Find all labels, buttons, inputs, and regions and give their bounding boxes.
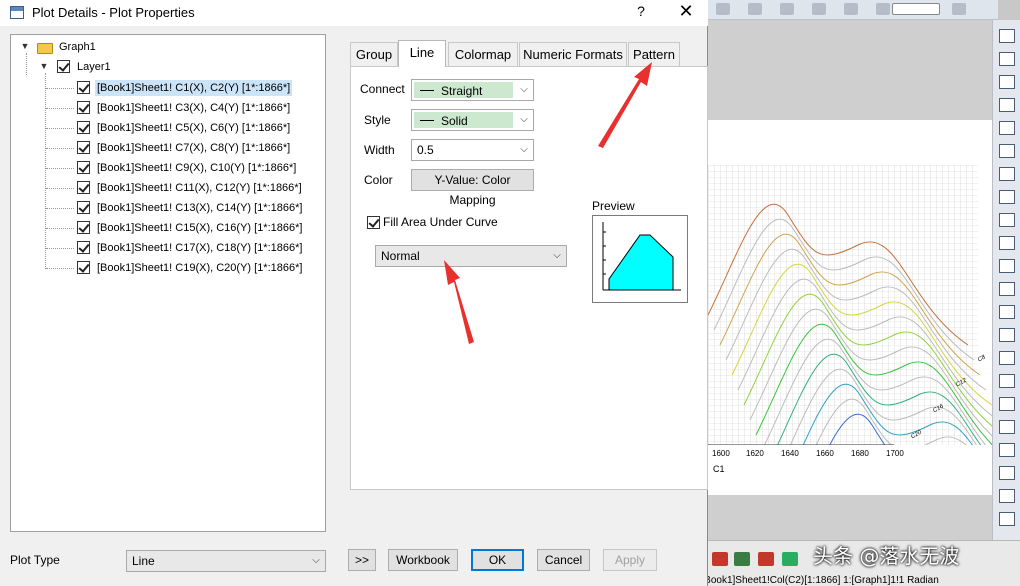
waterfall-plot xyxy=(708,165,992,445)
plot-tree[interactable]: ▼ Graph1 ▼ Layer1 [Book1]Sheet1! C1(X), … xyxy=(10,34,326,532)
plot-checkbox[interactable] xyxy=(77,81,90,94)
dialog-titlebar[interactable]: Plot Details - Plot Properties ? ✕ xyxy=(0,0,708,26)
plot-details-dialog: Plot Details - Plot Properties ? ✕ ▼ Gra… xyxy=(0,0,708,586)
tab-line[interactable]: Line xyxy=(398,40,446,67)
plot-checkbox[interactable] xyxy=(77,241,90,254)
tree-node-plot[interactable]: [Book1]Sheet1! C5(X), C6(Y) [1*:1866*] xyxy=(95,120,292,136)
style-dropdown[interactable]: Solid ⌵ xyxy=(411,109,534,131)
plot-checkbox[interactable] xyxy=(77,201,90,214)
fill-area-label: Fill Area Under Curve xyxy=(383,215,498,229)
tab-colormap[interactable]: Colormap xyxy=(448,42,518,66)
tree-node-plot[interactable]: [Book1]Sheet1! C15(X), C16(Y) [1*:1866*] xyxy=(95,220,304,236)
x-tick: 1600 xyxy=(712,449,730,458)
chevron-down-icon: ⌵ xyxy=(520,144,528,155)
folder-icon xyxy=(37,43,53,54)
dialog-title: Plot Details - Plot Properties xyxy=(32,5,195,20)
origin-graph-window: 1600 1620 1640 1660 1680 1700 C1 C8 C12 … xyxy=(708,0,1020,586)
ok-button[interactable]: OK xyxy=(471,549,524,571)
tree-node-plot[interactable]: [Book1]Sheet1! C3(X), C4(Y) [1*:1866*] xyxy=(95,100,292,116)
x-tick: 1680 xyxy=(851,449,869,458)
format-toolbar[interactable] xyxy=(708,0,998,20)
plot-checkbox[interactable] xyxy=(77,101,90,114)
chevron-down-icon: ⌵ xyxy=(312,555,320,566)
help-button[interactable]: ? xyxy=(634,3,648,19)
tab-group[interactable]: Group xyxy=(350,42,398,66)
chevron-down-icon: ⌵ xyxy=(553,250,561,261)
graph-page-margin-bottom xyxy=(708,495,992,540)
layer-checkbox[interactable] xyxy=(57,60,70,73)
x-tick: 1640 xyxy=(781,449,799,458)
plot-checkbox[interactable] xyxy=(77,261,90,274)
close-button[interactable]: ✕ xyxy=(676,1,696,22)
fill-mode-value: Normal xyxy=(381,249,420,263)
x-axis-title: C1 xyxy=(713,464,725,474)
connect-label: Connect xyxy=(360,82,405,96)
cancel-button[interactable]: Cancel xyxy=(537,549,590,571)
expand-layer-icon[interactable]: ▼ xyxy=(39,61,49,71)
chevron-down-icon: ⌵ xyxy=(520,114,528,125)
expand-button[interactable]: >> xyxy=(348,549,376,571)
fill-area-checkbox[interactable] xyxy=(367,216,380,229)
connect-dropdown[interactable]: Straight ⌵ xyxy=(411,79,534,101)
color-label: Color xyxy=(364,173,393,187)
width-label: Width xyxy=(364,143,395,157)
tree-node-plot[interactable]: [Book1]Sheet1! C1(X), C2(Y) [1*:1866*] xyxy=(95,80,293,96)
x-tick: 1660 xyxy=(816,449,834,458)
plot-type-value: Line xyxy=(132,554,155,568)
workbook-button[interactable]: Workbook xyxy=(388,549,458,571)
x-tick: 1700 xyxy=(886,449,904,458)
style-label: Style xyxy=(364,113,391,127)
watermark-text: 头条 @落水无波 xyxy=(813,544,960,568)
tree-node-plot[interactable]: [Book1]Sheet1! C9(X), C10(Y) [1*:1866*] xyxy=(95,160,298,176)
color-mapping-button[interactable]: Y-Value: Color Mapping xyxy=(411,169,534,207)
graph-page-margin-top xyxy=(708,20,992,120)
tab-pattern[interactable]: Pattern xyxy=(628,42,680,66)
plot-type-label: Plot Type xyxy=(10,553,60,567)
tree-node-plot[interactable]: [Book1]Sheet1! C17(X), C18(Y) [1*:1866*] xyxy=(95,240,304,256)
style-value: Solid xyxy=(441,114,468,128)
tree-node-plot[interactable]: [Book1]Sheet1! C19(X), C20(Y) [1*:1866*] xyxy=(95,260,304,276)
plot-checkbox[interactable] xyxy=(77,161,90,174)
app-icon xyxy=(10,6,24,19)
preview-box xyxy=(592,215,688,303)
plot-checkbox[interactable] xyxy=(77,121,90,134)
plot-type-dropdown[interactable]: Line ⌵ xyxy=(126,550,326,572)
plot-checkbox[interactable] xyxy=(77,181,90,194)
right-toolbar[interactable] xyxy=(992,20,1020,560)
tree-node-layer[interactable]: Layer1 xyxy=(77,59,111,75)
plot-checkbox[interactable] xyxy=(77,221,90,234)
expand-graph-icon[interactable]: ▼ xyxy=(20,41,30,51)
chevron-down-icon: ⌵ xyxy=(520,84,528,95)
preview-label: Preview xyxy=(592,199,635,213)
tree-node-graph[interactable]: Graph1 xyxy=(59,39,96,55)
tree-node-plot[interactable]: [Book1]Sheet1! C7(X), C8(Y) [1*:1866*] xyxy=(95,140,292,156)
x-tick: 1620 xyxy=(746,449,764,458)
tree-node-plot[interactable]: [Book1]Sheet1! C13(X), C14(Y) [1*:1866*] xyxy=(95,200,304,216)
apply-button[interactable]: Apply xyxy=(603,549,657,571)
x-axis-tick-labels: 1600 1620 1640 1660 1680 1700 xyxy=(708,445,908,463)
plot-checkbox[interactable] xyxy=(77,141,90,154)
width-value: 0.5 xyxy=(417,143,434,157)
preview-graphic xyxy=(602,222,681,291)
width-dropdown[interactable]: 0.5 ⌵ xyxy=(411,139,534,161)
tree-node-plot[interactable]: [Book1]Sheet1! C11(X), C12(Y) [1*:1866*] xyxy=(95,180,304,196)
fill-mode-dropdown[interactable]: Normal ⌵ xyxy=(375,245,567,267)
tab-numeric-formats[interactable]: Numeric Formats xyxy=(519,42,627,66)
connect-value: Straight xyxy=(441,84,483,98)
